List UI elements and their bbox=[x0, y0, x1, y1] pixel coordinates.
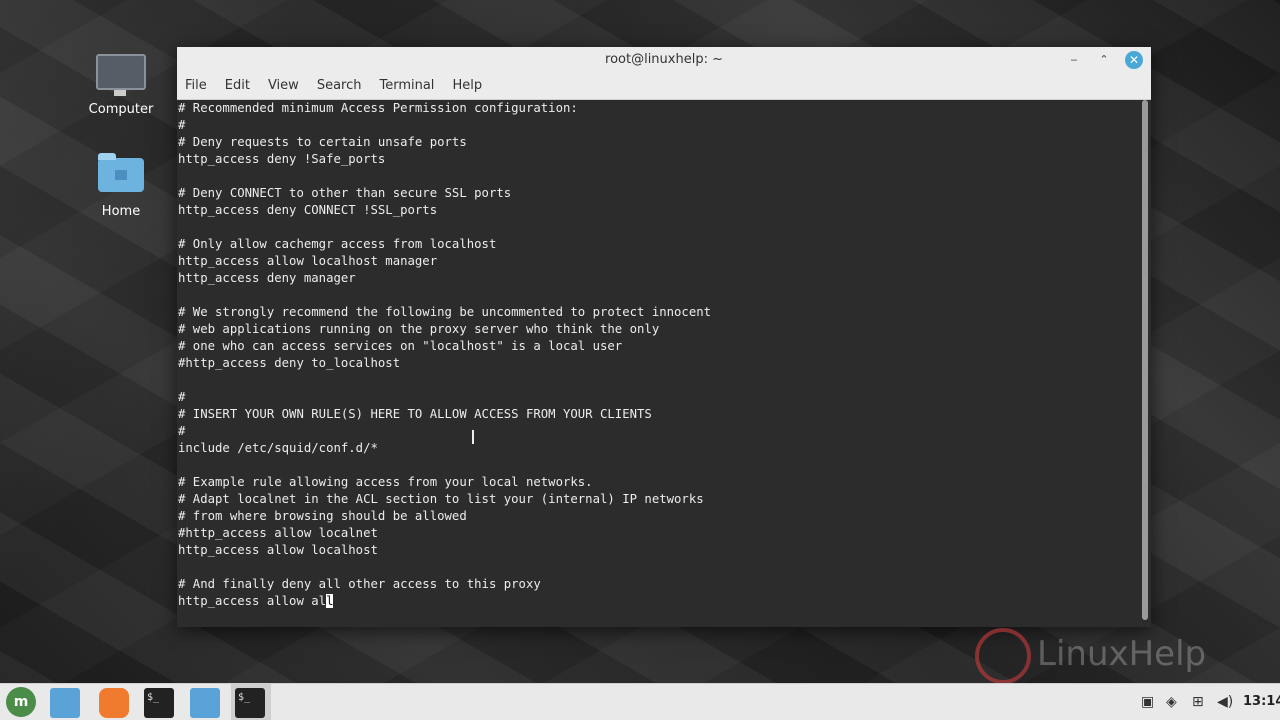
terminal-line: # Example rule allowing access from your… bbox=[178, 475, 593, 489]
folder-icon[interactable] bbox=[50, 688, 80, 718]
terminal-line: # bbox=[178, 424, 186, 438]
menu-help[interactable]: Help bbox=[443, 73, 491, 99]
desktop-icon-label: Computer bbox=[88, 102, 154, 117]
terminal-line: # Adapt localnet in the ACL section to l… bbox=[178, 492, 704, 506]
home-folder-icon bbox=[98, 153, 144, 192]
terminal-icon[interactable]: $_ bbox=[144, 688, 174, 718]
menu-terminal[interactable]: Terminal bbox=[370, 73, 443, 99]
terminal-line: http_access deny CONNECT !SSL_ports bbox=[178, 203, 438, 217]
terminal-line: # web applications running on the proxy … bbox=[178, 322, 660, 336]
terminal-line: #http_access deny to_localhost bbox=[178, 356, 401, 370]
terminal-line: # Deny CONNECT to other than secure SSL … bbox=[178, 186, 512, 200]
scroll-thumb[interactable] bbox=[1142, 100, 1148, 620]
terminal-line: http_access allow localhost manager bbox=[178, 254, 438, 268]
desktop-icon-computer[interactable]: Computer bbox=[81, 54, 161, 117]
terminal-line: # INSERT YOUR OWN RULE(S) HERE TO ALLOW … bbox=[178, 407, 652, 421]
terminal-text: # Recommended minimum Access Permission … bbox=[177, 100, 1151, 610]
maximize-button[interactable]: ⌃ bbox=[1095, 51, 1113, 69]
terminal-line: # one who can access services on "localh… bbox=[178, 339, 623, 353]
folder-icon[interactable] bbox=[190, 688, 220, 718]
terminal-line: #http_access allow localnet bbox=[178, 526, 378, 540]
clock[interactable]: 13:14 bbox=[1243, 694, 1280, 709]
text-cursor-pointer bbox=[472, 430, 474, 444]
minimize-button[interactable]: ‒ bbox=[1065, 51, 1083, 69]
terminal-line: http_access allow localhost bbox=[178, 543, 378, 557]
terminal-line: include /etc/squid/conf.d/* bbox=[178, 441, 378, 455]
terminal-line: # We strongly recommend the following be… bbox=[178, 305, 712, 319]
network-icon[interactable]: ⊞ bbox=[1192, 694, 1204, 710]
window-titlebar[interactable]: root@linuxhelp: ~ ‒ ⌃ ✕ bbox=[177, 47, 1151, 73]
terminal-line: # Recommended minimum Access Permission … bbox=[178, 101, 578, 115]
terminal-input-text: http_access allow al bbox=[178, 594, 327, 608]
text-cursor: l bbox=[326, 594, 334, 608]
volume-icon[interactable]: ◀) bbox=[1217, 694, 1233, 710]
clipboard-icon[interactable]: ▣ bbox=[1141, 694, 1154, 710]
menu-file[interactable]: File bbox=[177, 73, 216, 99]
terminal-window[interactable]: root@linuxhelp: ~ ‒ ⌃ ✕ File Edit View Sear… bbox=[177, 47, 1151, 627]
terminal-line: # from where browsing should be allowed bbox=[178, 509, 467, 523]
taskbar: m $_ $_ ▣ ◈ ⊞ ◀) 13:14 bbox=[0, 683, 1280, 720]
terminal-line: # Deny requests to certain unsafe ports bbox=[178, 135, 467, 149]
terminal-line: http_access deny !Safe_ports bbox=[178, 152, 386, 166]
terminal-area[interactable]: # Recommended minimum Access Permission … bbox=[177, 100, 1151, 627]
close-button[interactable]: ✕ bbox=[1125, 51, 1143, 69]
terminal-line: http_access deny manager bbox=[178, 271, 356, 285]
terminal-line: # bbox=[178, 390, 186, 404]
window-title: root@linuxhelp: ~ bbox=[605, 52, 723, 67]
menu-edit[interactable]: Edit bbox=[216, 73, 259, 99]
computer-icon bbox=[96, 54, 146, 96]
watermark-text: LinuxHelp bbox=[1037, 634, 1207, 674]
linux-mint-icon[interactable]: m bbox=[6, 687, 36, 717]
terminal-line: # And finally deny all other access to t… bbox=[178, 577, 541, 591]
desktop-icon-home[interactable]: Home bbox=[81, 153, 161, 219]
terminal-icon[interactable]: $_ bbox=[235, 688, 265, 718]
linuxhelp-logo bbox=[975, 628, 1031, 684]
terminal-line: # Only allow cachemgr access from localh… bbox=[178, 237, 497, 251]
menu-search[interactable]: Search bbox=[308, 73, 371, 99]
terminal-line: http_access allow all bbox=[178, 593, 1151, 610]
firefox-icon[interactable] bbox=[99, 688, 129, 718]
desktop-icon-label: Home bbox=[101, 204, 141, 219]
terminal-line: # bbox=[178, 118, 186, 132]
menu-bar: File Edit View Search Terminal Help bbox=[177, 73, 1151, 100]
shield-icon[interactable]: ◈ bbox=[1166, 694, 1177, 710]
scrollbar[interactable] bbox=[1142, 100, 1148, 625]
linuxhelp-watermark: LinuxHelp bbox=[975, 628, 1235, 686]
menu-view[interactable]: View bbox=[259, 73, 308, 99]
